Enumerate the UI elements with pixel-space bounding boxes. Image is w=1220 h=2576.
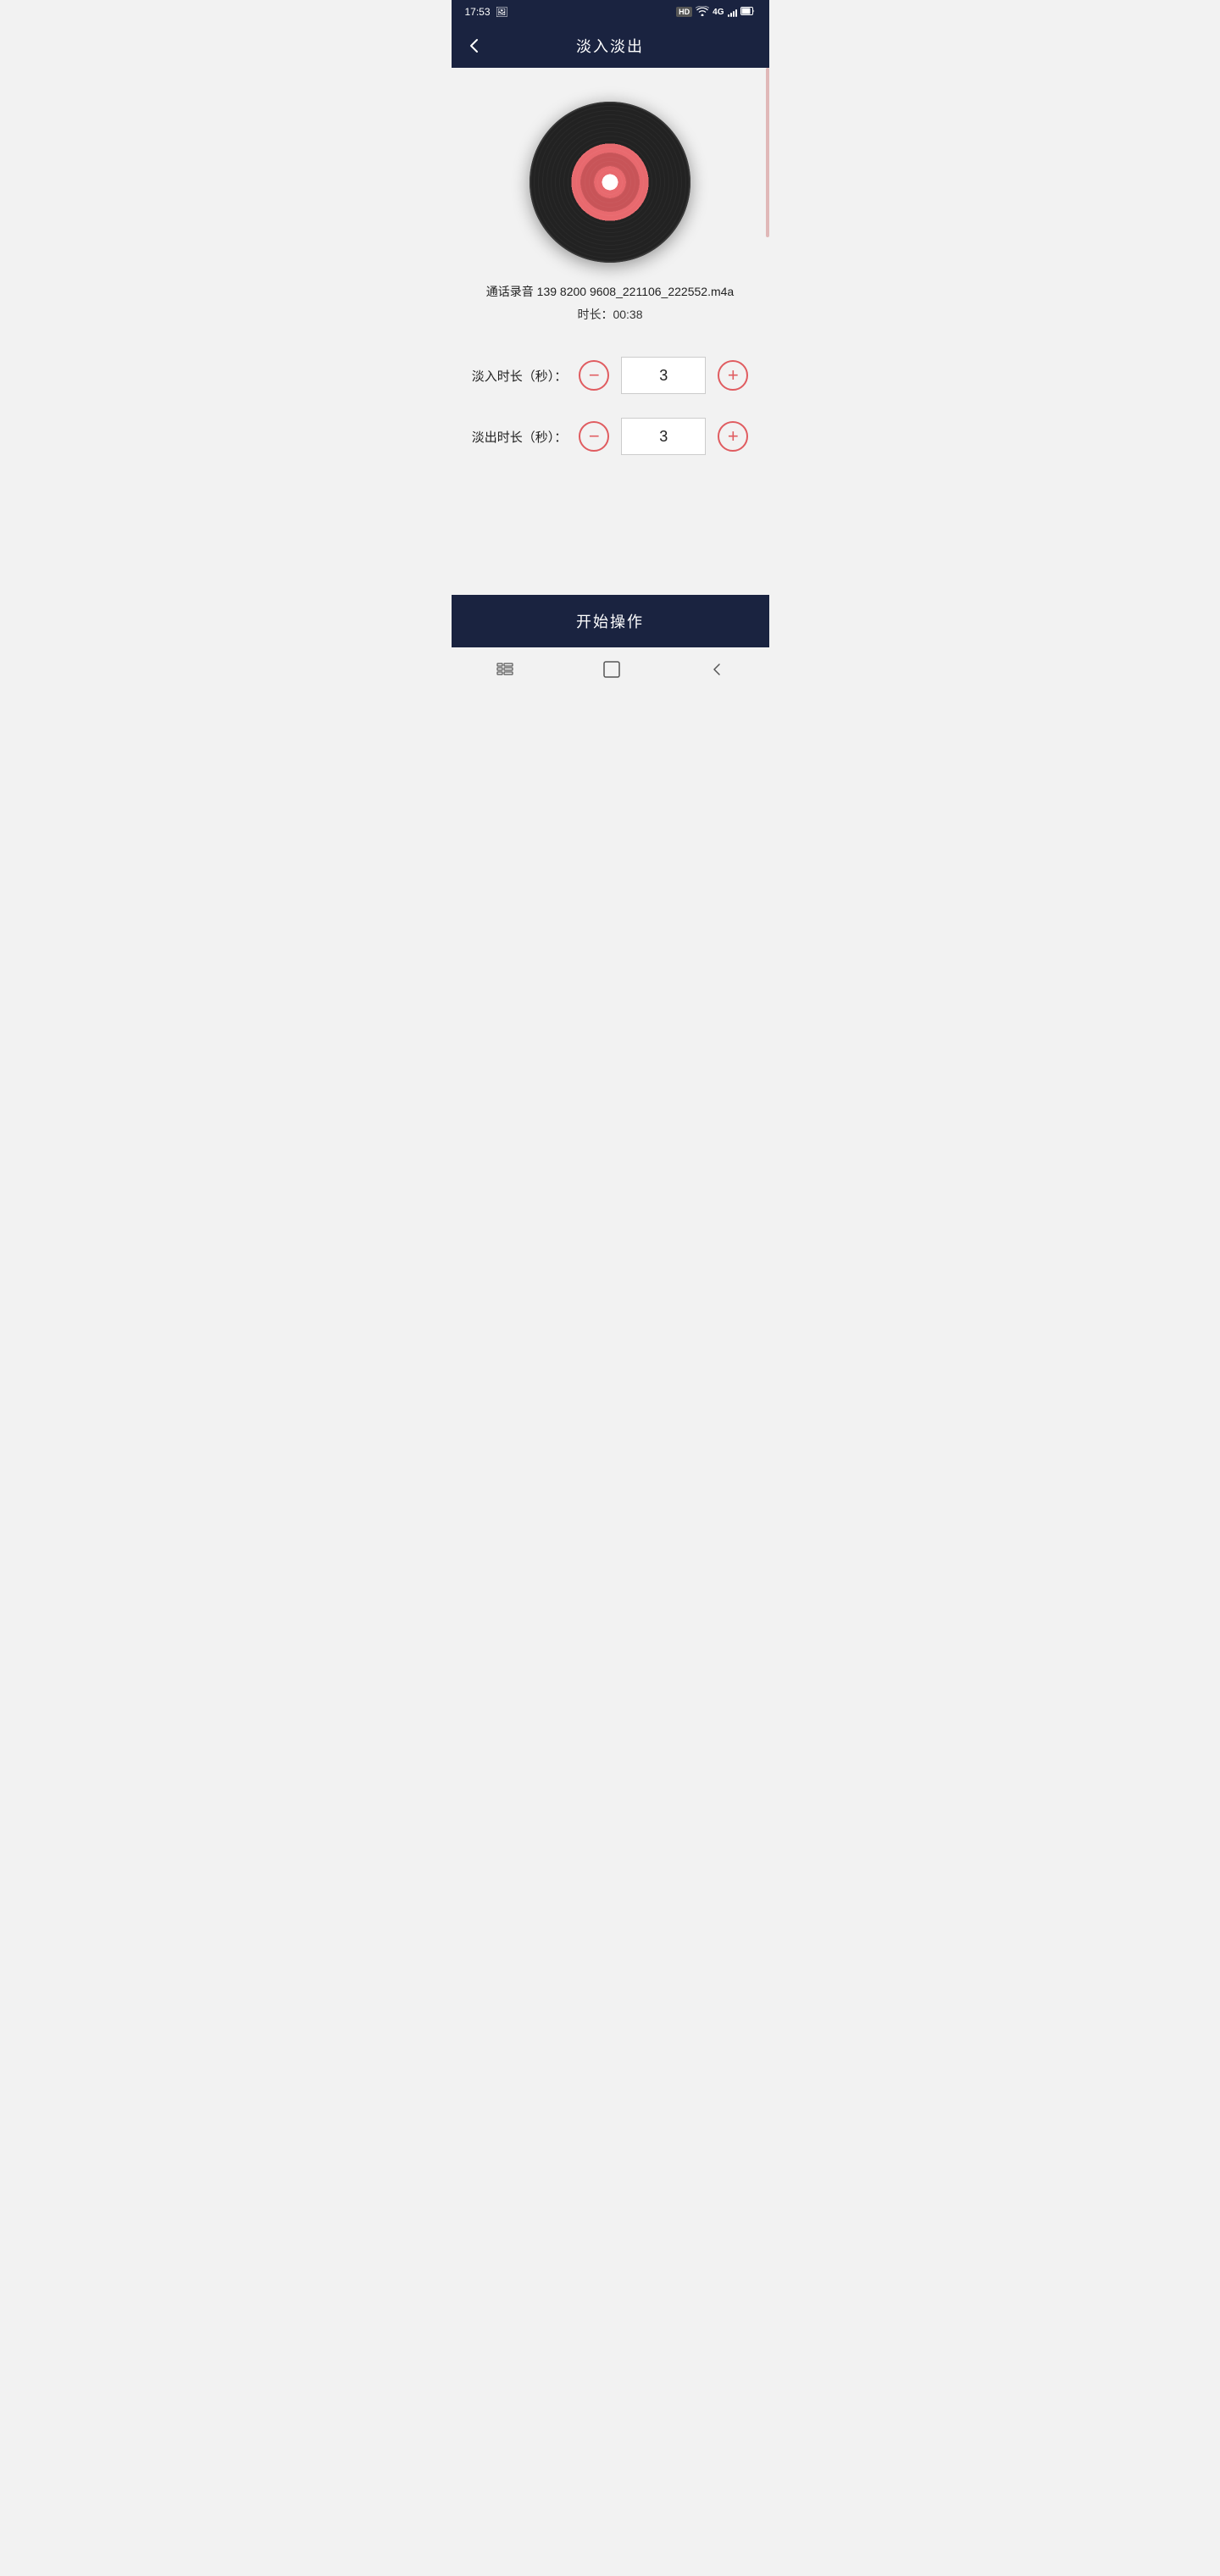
fade-out-label: 淡出时长（秒）： (472, 428, 568, 446)
status-time: 17:53 (465, 6, 491, 18)
signal-bars (728, 7, 737, 17)
back-button[interactable] (465, 36, 484, 55)
gallery-icon: 🖼 (496, 6, 508, 18)
fade-out-row: 淡出时长（秒）： − + (469, 418, 752, 455)
scrollbar-track[interactable] (766, 68, 769, 237)
fade-out-increase-button[interactable]: + (718, 421, 748, 452)
fade-in-input[interactable] (621, 357, 706, 394)
fade-out-decrease-button[interactable]: − (579, 421, 609, 452)
status-bar-left: 17:53 🖼 (465, 6, 508, 18)
status-bar-right: HD 4G (676, 6, 755, 19)
fade-in-row: 淡入时长（秒）： − + (469, 357, 752, 394)
top-nav: 淡入淡出 (452, 24, 769, 68)
plus-icon-2: + (728, 427, 739, 446)
file-duration: 时长：00:38 (577, 306, 642, 323)
hd-badge: HD (676, 7, 692, 17)
plus-icon: + (728, 366, 739, 385)
network-icon: 4G (713, 8, 724, 17)
main-content: 通话录音 139 8200 9608_221106_222552.m4a 时长：… (452, 68, 769, 595)
battery-icon (740, 7, 756, 18)
fade-in-label: 淡入时长（秒）： (472, 367, 568, 385)
system-nav-bar (452, 647, 769, 688)
nav-back-button[interactable] (709, 662, 724, 677)
vinyl-record (530, 102, 690, 263)
status-bar: 17:53 🖼 HD 4G (452, 0, 769, 24)
wifi-icon (696, 6, 709, 19)
minus-icon: − (589, 366, 600, 385)
nav-home-button[interactable] (603, 661, 620, 678)
vinyl-disc (530, 102, 690, 263)
fade-in-increase-button[interactable]: + (718, 360, 748, 391)
file-name: 通话录音 139 8200 9608_221106_222552.m4a (478, 283, 742, 301)
fade-out-input[interactable] (621, 418, 706, 455)
nav-menu-button[interactable] (496, 663, 514, 676)
fade-in-decrease-button[interactable]: − (579, 360, 609, 391)
minus-icon-2: − (589, 427, 600, 446)
start-button[interactable]: 开始操作 (452, 595, 769, 647)
page-title: 淡入淡出 (576, 35, 644, 57)
